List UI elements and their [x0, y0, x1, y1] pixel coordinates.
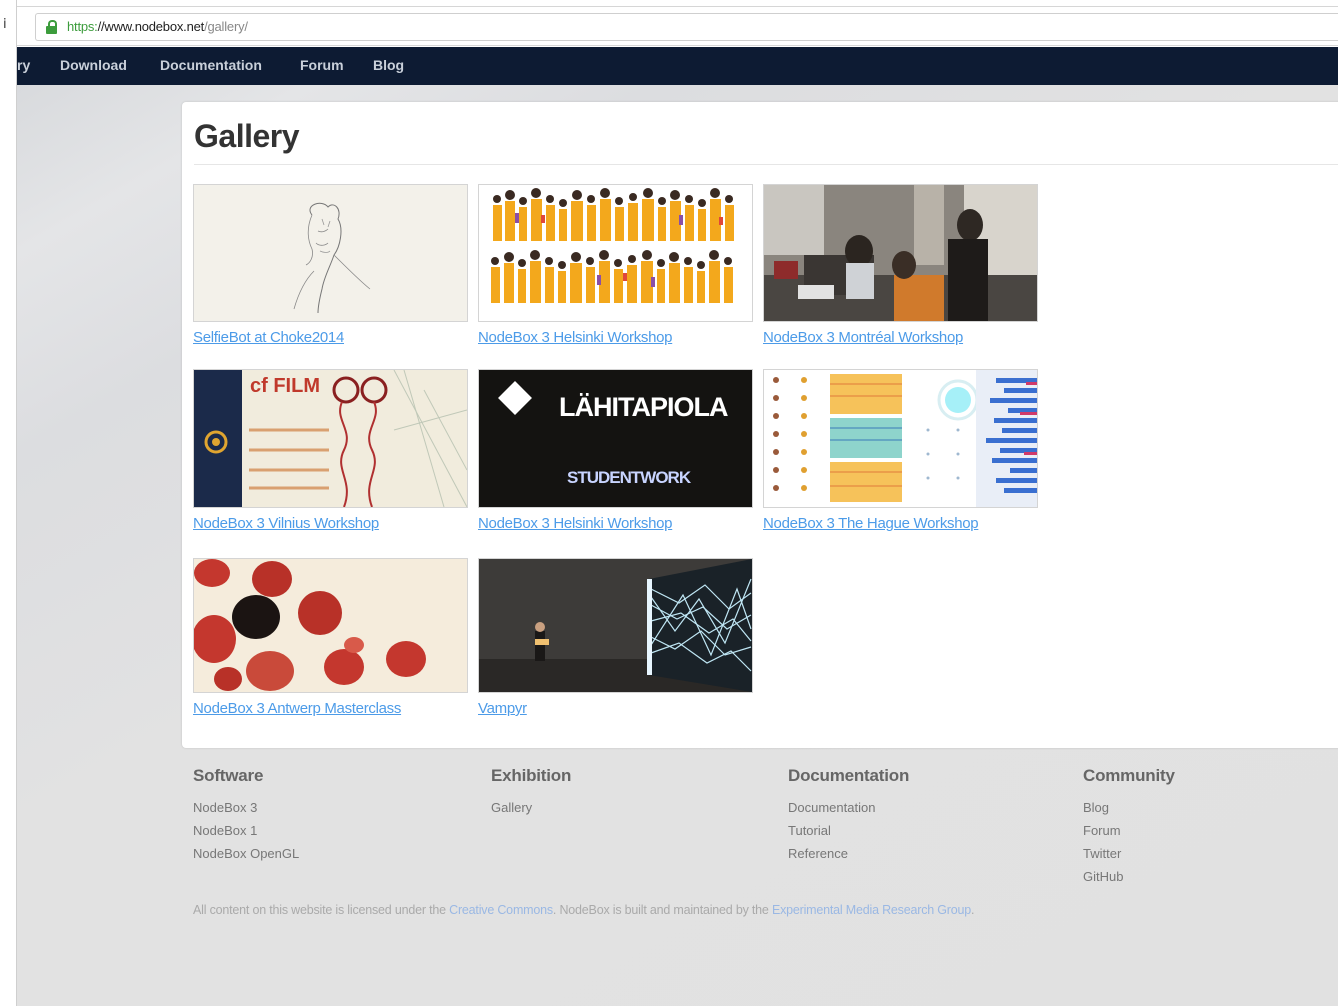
lock-icon[interactable] — [46, 20, 57, 34]
gallery-thumbnail-montreal-photo[interactable] — [763, 184, 1038, 322]
footer-link[interactable]: GitHub — [1083, 865, 1175, 888]
footer-heading: Documentation — [788, 766, 910, 785]
gallery-item[interactable]: LÄHITAPIOLA STUDENTWORK NodeBox 3 Helsin… — [478, 369, 753, 532]
footer-column-software: Software NodeBox 3 NodeBox 1 NodeBox Ope… — [193, 766, 299, 865]
footer-heading: Community — [1083, 766, 1175, 785]
footer-link[interactable]: Twitter — [1083, 842, 1175, 865]
emrg-link[interactable]: Experimental Media Research Group — [772, 903, 971, 917]
gallery-item-link[interactable]: NodeBox 3 Vilnius Workshop — [193, 515, 468, 532]
gallery-item[interactable]: NodeBox 3 Montréal Workshop — [763, 184, 1038, 346]
url-field[interactable]: https://www.nodebox.net/gallery/ — [35, 13, 1338, 41]
footer-link[interactable]: NodeBox 1 — [193, 819, 299, 842]
footer-link[interactable]: NodeBox 3 — [193, 796, 299, 819]
gallery-thumbnail-vilnius[interactable]: cf FILM — [193, 369, 468, 508]
partial-toolbar-icon[interactable]: i — [3, 17, 7, 32]
gallery-item-link[interactable]: NodeBox 3 Helsinki Workshop — [478, 329, 753, 346]
nav-item-forum[interactable]: Forum — [300, 57, 344, 73]
footer-link[interactable]: Documentation — [788, 796, 909, 819]
gallery-item[interactable]: SelfieBot at Choke2014 — [193, 184, 468, 346]
footer-link[interactable]: Forum — [1083, 819, 1175, 842]
nav-item-documentation[interactable]: Documentation — [160, 57, 262, 73]
gallery-thumbnail-vampyr[interactable] — [478, 558, 753, 693]
gallery-item-link[interactable]: NodeBox 3 Helsinki Workshop — [478, 515, 753, 532]
footer-link[interactable]: Tutorial — [788, 819, 909, 842]
gallery-thumbnail-helsinki-people[interactable] — [478, 184, 753, 322]
gallery-item-link[interactable]: NodeBox 3 Antwerp Masterclass — [193, 700, 468, 717]
gallery-item-link[interactable]: NodeBox 3 Montréal Workshop — [763, 329, 1038, 346]
footer-link[interactable]: NodeBox OpenGL — [193, 842, 299, 865]
gallery-thumbnail-antwerp[interactable] — [193, 558, 468, 693]
license-notice: All content on this website is licensed … — [193, 903, 975, 917]
thumbnail-text-cf-film: cf FILM — [250, 375, 320, 397]
thumbnail-text-lahitapiola: LÄHITAPIOLA — [559, 392, 728, 422]
footer-heading: Software — [193, 766, 264, 785]
gallery-item[interactable]: NodeBox 3 Antwerp Masterclass — [193, 558, 468, 717]
gallery-item[interactable]: NodeBox 3 The Hague Workshop — [763, 369, 1038, 532]
footer-heading: Exhibition — [491, 766, 572, 785]
footer-column-documentation: Documentation Documentation Tutorial Ref… — [788, 766, 909, 865]
title-divider — [194, 164, 1338, 165]
gallery-item-link[interactable]: Vampyr — [478, 700, 753, 717]
page-title: Gallery — [194, 118, 300, 154]
gallery-thumbnail-hague[interactable] — [763, 369, 1038, 508]
gallery-item[interactable]: cf FILM NodeBox 3 Vilnius Workshop — [193, 369, 468, 532]
thumbnail-text-studentwork: STUDENTWORK — [567, 468, 692, 487]
nav-item-blog[interactable]: Blog — [373, 57, 404, 73]
top-navigation: ry Download Documentation Forum Blog — [17, 47, 1338, 85]
gallery-thumbnail-selfiebot[interactable] — [193, 184, 468, 322]
footer-link[interactable]: Gallery — [491, 796, 571, 819]
browser-address-bar: i https://www.nodebox.net/gallery/ — [3, 6, 1338, 46]
nav-item-download[interactable]: Download — [60, 57, 127, 73]
window-edge — [0, 0, 17, 1006]
url-text[interactable]: https://www.nodebox.net/gallery/ — [67, 19, 248, 34]
footer-link[interactable]: Blog — [1083, 796, 1175, 819]
gallery-item[interactable]: Vampyr — [478, 558, 753, 717]
footer-column-community: Community Blog Forum Twitter GitHub — [1083, 766, 1175, 888]
footer-link[interactable]: Reference — [788, 842, 909, 865]
gallery-item[interactable]: NodeBox 3 Helsinki Workshop — [478, 184, 753, 346]
gallery-item-link[interactable]: SelfieBot at Choke2014 — [193, 329, 468, 346]
gallery-item-link[interactable]: NodeBox 3 The Hague Workshop — [763, 515, 1038, 532]
creative-commons-link[interactable]: Creative Commons — [449, 903, 553, 917]
gallery-thumbnail-lahitapiola[interactable]: LÄHITAPIOLA STUDENTWORK — [478, 369, 753, 508]
nav-item-gallery[interactable]: ry — [17, 57, 30, 73]
footer-column-exhibition: Exhibition Gallery — [491, 766, 571, 819]
